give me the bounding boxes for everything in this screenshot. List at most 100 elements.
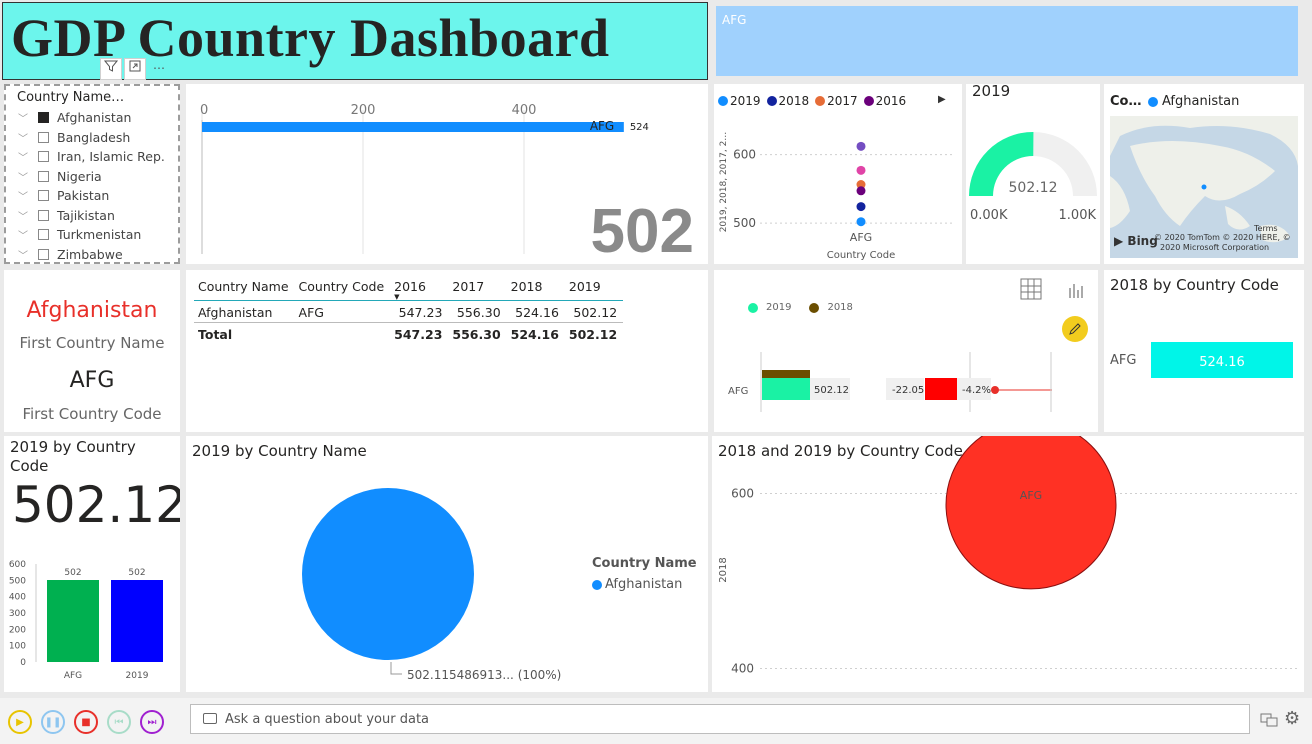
column-header[interactable]: 2016 ▼ — [390, 276, 449, 301]
map-legend: Afghanistan — [1148, 94, 1239, 109]
column-header[interactable]: 2019 — [564, 276, 624, 301]
first-country-card: Afghanistan First Country Name AFG First… — [4, 270, 180, 432]
bar-category-label: AFG — [590, 119, 614, 133]
slicer-checkbox[interactable] — [38, 151, 49, 162]
x-tick-label: 2019 — [126, 671, 149, 681]
bing-icon: ▶ — [1114, 234, 1124, 248]
column-header[interactable]: 2018 — [506, 276, 565, 301]
slicer-checkbox[interactable] — [38, 209, 49, 221]
pie-legend-label: Afghanistan — [605, 577, 683, 592]
bubble-chart-tile: 2018 and 2019 by Country Code 400 600 2018… — [712, 436, 1304, 692]
slice-leader-line — [390, 662, 402, 675]
y-axis-label: 2019, 2018, 2017, 2… — [719, 132, 729, 233]
slicer-item-label: Iran, Islamic Rep. — [57, 149, 165, 164]
x-tick-label: 200 — [351, 103, 376, 118]
slicer-toolbar: ⋯ — [100, 58, 170, 80]
slicer-checkbox[interactable] — [38, 248, 49, 260]
slicer-checkbox[interactable] — [38, 190, 49, 201]
chat-icon — [203, 713, 217, 724]
slicer-item[interactable]: ﹀ Turkmenistan — [18, 225, 141, 244]
chevron-down-icon[interactable]: ﹀ — [18, 227, 32, 242]
slicer-checkbox[interactable] — [38, 131, 49, 143]
table-cell: 547.23 — [398, 305, 443, 320]
map-copyright: © 2020 TomTom © 2020 HERE, © 2020 Micros… — [1154, 233, 1291, 253]
slicer-checkbox[interactable] — [38, 112, 49, 123]
slicer-item[interactable]: ﹀ Tajikistan — [18, 206, 115, 225]
column-header[interactable]: Country Name — [194, 276, 295, 301]
country-name-slicer[interactable]: Country Name… ﹀ Afghanistan ﹀ Bangladesh ﹀ Ir… — [4, 84, 180, 264]
small-bar-chart: 0 100 200 300 400 500 600 502 AFG 502 2019 — [9, 560, 163, 681]
chevron-down-icon[interactable]: ﹀ — [18, 110, 32, 125]
slicer-item[interactable]: ﹀ Bangladesh — [18, 128, 130, 147]
y-tick-label: 100 — [9, 642, 26, 652]
first-country-code-value: AFG — [69, 368, 115, 393]
scatter-point — [856, 141, 866, 151]
chevron-down-icon[interactable]: ﹀ — [18, 188, 32, 203]
settings-icon[interactable]: ⚙ — [1284, 708, 1300, 729]
slicer-item[interactable]: ﹀ Iran, Islamic Rep. — [18, 147, 165, 166]
column-header[interactable]: 2017 — [448, 276, 507, 301]
bing-logo: ▶ Bing — [1114, 234, 1158, 248]
pct-marker — [991, 386, 999, 394]
slicer-title: Country Name… — [17, 90, 125, 105]
pie-legend-title: Country Name — [592, 556, 697, 571]
play-icon[interactable]: ▶ — [8, 710, 32, 734]
map-copyright-line1: © 2020 TomTom © 2020 HERE, © — [1154, 233, 1291, 242]
diff-label: -22.05 — [892, 385, 924, 396]
map-legend-label: Afghanistan — [1162, 94, 1240, 109]
year-scatter-chart: 500 600 2019, 2018, 2017, 2… AFG Country Cod… — [719, 132, 954, 261]
bar-data-label: 502 — [128, 568, 145, 578]
gauge-tile: 2019 502.12 0.00K 1.00K — [966, 84, 1100, 264]
chevron-down-icon[interactable]: ﹀ — [18, 130, 32, 145]
table-cell: 524.16 — [506, 322, 565, 344]
pause-icon[interactable]: ❚❚ — [41, 710, 65, 734]
y-tick-label: 0 — [20, 658, 26, 668]
gauge-min-label: 0.00K — [970, 208, 1008, 223]
previous-icon[interactable]: ⏮ — [107, 710, 131, 734]
y-tick-label: 500 — [733, 216, 756, 230]
table-cell: 556.30 — [448, 322, 507, 344]
filter-icon[interactable] — [100, 58, 122, 80]
stop-icon[interactable]: ■ — [74, 710, 98, 734]
slicer-item-label: Turkmenistan — [57, 227, 142, 242]
bar-2019 — [762, 378, 810, 400]
focus-mode-icon[interactable] — [124, 58, 146, 80]
sort-desc-icon: ▼ — [394, 293, 400, 301]
map-point-afghanistan — [1201, 184, 1207, 190]
first-country-code-label: First Country Code — [22, 405, 162, 423]
chevron-down-icon[interactable]: ﹀ — [18, 169, 32, 184]
next-icon[interactable]: ⏭ — [140, 710, 164, 734]
scatter-point — [856, 186, 866, 196]
slicer-item[interactable]: ﹀ Nigeria — [18, 167, 102, 186]
chevron-down-icon[interactable]: ﹀ — [18, 247, 32, 262]
gauge-max-label: 1.00K — [1059, 208, 1097, 223]
slicer-checkbox[interactable] — [38, 170, 49, 182]
legend-dot-icon — [1148, 96, 1158, 107]
column-header[interactable]: Country Code — [294, 276, 391, 301]
map-terms-link[interactable]: Terms — [1254, 224, 1278, 233]
chevron-down-icon[interactable]: ﹀ — [18, 149, 32, 164]
table-cell — [294, 322, 391, 344]
slicer-checkbox[interactable] — [38, 229, 49, 240]
slicer-item-label: Zimbabwe — [57, 246, 123, 262]
slicer-item[interactable]: ﹀ Zimbabwe — [18, 245, 123, 263]
big-value-label: 502 — [590, 197, 694, 264]
scatter-point — [856, 165, 866, 175]
slicer-item-label: Bangladesh — [57, 129, 131, 145]
switch-view-icon[interactable] — [1260, 710, 1278, 732]
bar — [111, 580, 163, 662]
chevron-down-icon[interactable]: ﹀ — [18, 208, 32, 223]
pie-legend-item[interactable]: Afghanistan — [592, 577, 682, 592]
map-copyright-line2: 2020 Microsoft Corporation — [1160, 243, 1270, 252]
bubble-chart: 400 600 2018 AFG — [718, 436, 1298, 676]
x-tick-label: AFG — [64, 671, 82, 681]
country-code-banner[interactable]: AFG — [716, 6, 1298, 76]
slicer-item[interactable]: ﹀ Pakistan — [18, 186, 109, 205]
more-options-icon[interactable]: ⋯ — [148, 58, 170, 80]
qna-input[interactable]: Ask a question about your data — [190, 704, 1250, 734]
code-2019-tile: 2019 by Country Code 502.12 0 100 200 300 40… — [4, 436, 180, 692]
slicer-item[interactable]: ﹀ Afghanistan — [18, 108, 131, 127]
row-label: AFG — [728, 386, 748, 397]
scatter-point — [856, 217, 866, 227]
y-axis-label: 2018 — [718, 557, 729, 582]
